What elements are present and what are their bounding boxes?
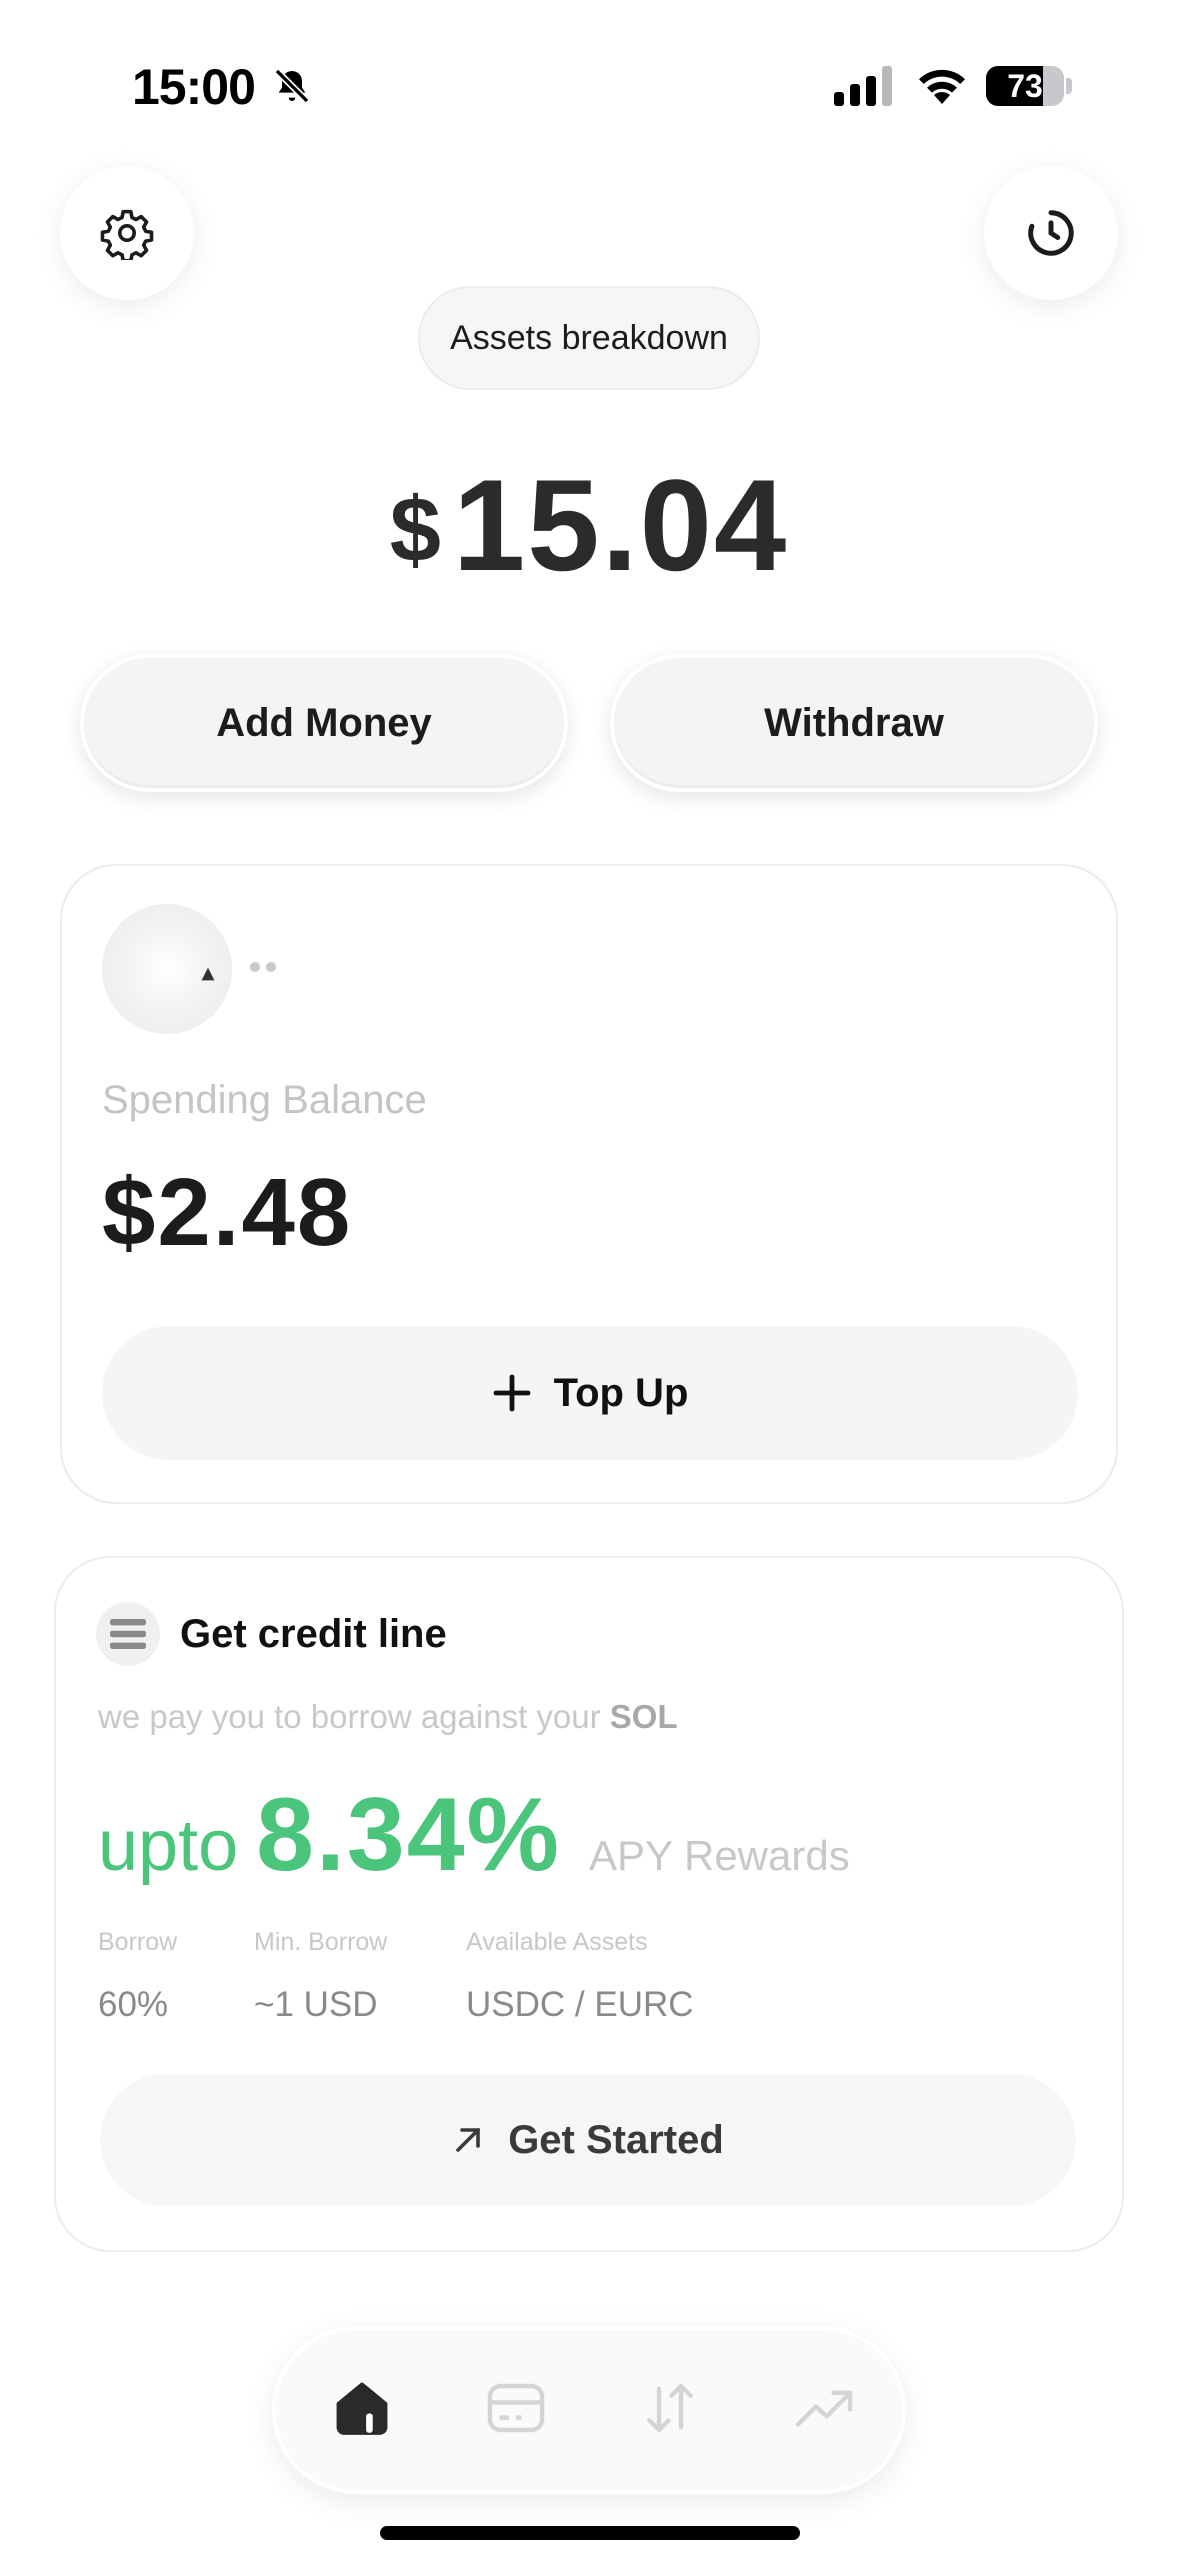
wifi-icon xyxy=(919,69,965,104)
nav-home[interactable] xyxy=(326,2372,398,2444)
stat-value: USDC / EURC xyxy=(466,1985,694,2024)
home-indicator[interactable] xyxy=(380,2526,800,2540)
nav-transfer[interactable] xyxy=(634,2372,706,2444)
top-up-label: Top Up xyxy=(553,1370,689,1415)
apy-rate-row: upto 8.34% APY Rewards xyxy=(98,1776,850,1895)
spending-balance-amount: $2.48 xyxy=(102,1159,353,1266)
avatar-image xyxy=(201,967,215,981)
credit-line-subtitle: we pay you to borrow against your SOL xyxy=(98,1698,678,1736)
subtitle-asset: SOL xyxy=(609,1698,678,1735)
rate-prefix: upto xyxy=(98,1806,239,1886)
stat-min-borrow: Min. Borrow ~1 USD xyxy=(254,1928,387,2025)
more-dots-icon[interactable] xyxy=(250,962,276,972)
history-button[interactable] xyxy=(984,166,1118,300)
card-icon xyxy=(487,2383,545,2433)
add-money-button[interactable]: Add Money xyxy=(80,654,568,792)
balance-currency: $ xyxy=(389,479,443,581)
apy-rate-suffix: APY Rewards xyxy=(589,1832,850,1879)
app-screen: 15:00 73 Assets breakdown $15.04 Add Mon… xyxy=(0,0,1178,2560)
bottom-nav xyxy=(272,2326,906,2494)
bell-slash-icon xyxy=(274,68,310,104)
stat-borrow: Borrow 60% xyxy=(98,1928,177,2025)
gear-icon xyxy=(100,209,154,260)
credit-icon-wrap xyxy=(96,1602,160,1666)
stack-icon xyxy=(110,1619,146,1649)
stat-value: ~1 USD xyxy=(254,1985,378,2024)
nav-invest[interactable] xyxy=(788,2372,860,2444)
avatar[interactable] xyxy=(102,904,232,1034)
battery-icon: 73 xyxy=(986,66,1064,106)
withdraw-button[interactable]: Withdraw xyxy=(610,654,1098,792)
subtitle-text: we pay you to borrow against your xyxy=(98,1698,601,1735)
balance-amount: 15.04 xyxy=(452,452,789,598)
nav-card[interactable] xyxy=(480,2372,552,2444)
spending-balance-label: Spending Balance xyxy=(102,1078,427,1122)
settings-button[interactable] xyxy=(60,166,194,300)
assets-breakdown-button[interactable]: Assets breakdown xyxy=(418,286,760,390)
transfer-arrows-icon xyxy=(647,2383,693,2433)
battery-nub xyxy=(1066,78,1072,94)
apy-rate-value: 8.34% xyxy=(256,1777,562,1893)
status-time: 15:00 xyxy=(132,59,256,115)
arrow-up-right-icon xyxy=(456,2128,480,2152)
clock-history-icon xyxy=(1028,210,1074,256)
home-icon xyxy=(336,2382,388,2435)
top-up-button[interactable]: Top Up xyxy=(102,1326,1078,1460)
credit-line-card: Get credit line we pay you to borrow aga… xyxy=(54,1556,1124,2252)
stat-label: Available Assets xyxy=(466,1928,648,1956)
battery-percentage: 73 xyxy=(1007,68,1043,104)
credit-line-title: Get credit line xyxy=(180,1612,447,1656)
stat-available-assets: Available Assets USDC / EURC xyxy=(466,1928,694,2025)
get-started-label: Get Started xyxy=(508,2117,724,2162)
plus-icon xyxy=(493,1374,531,1412)
spending-card: Spending Balance $2.48 Top Up xyxy=(60,864,1118,1504)
stat-value: 60% xyxy=(98,1985,169,2024)
total-balance: $15.04 xyxy=(0,450,1178,600)
trending-up-icon xyxy=(795,2390,853,2427)
stat-label: Min. Borrow xyxy=(254,1928,388,1956)
cellular-signal-icon xyxy=(834,66,892,106)
get-started-button[interactable]: Get Started xyxy=(100,2074,1076,2206)
stat-label: Borrow xyxy=(98,1928,178,1956)
